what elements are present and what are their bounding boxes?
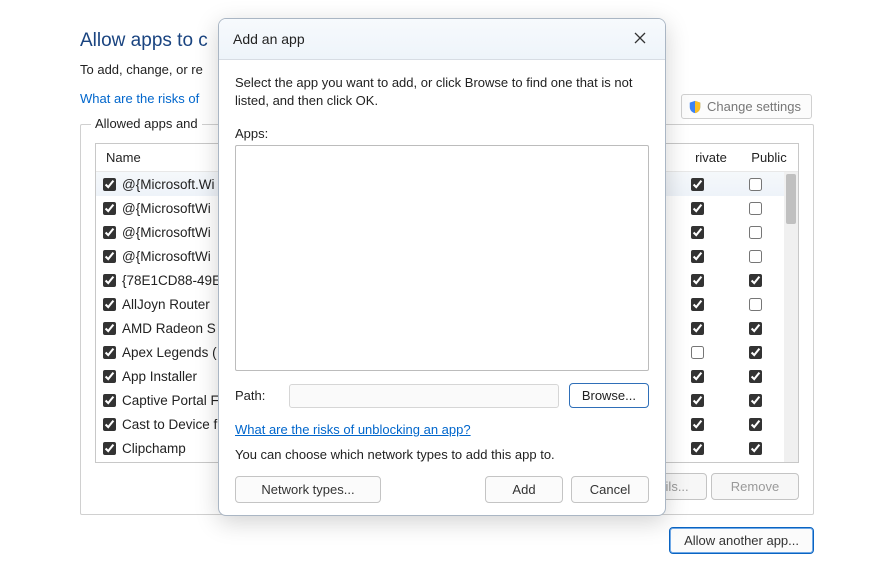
- change-settings-button[interactable]: Change settings: [681, 94, 812, 119]
- apps-listbox[interactable]: [235, 145, 649, 371]
- risks-link[interactable]: What are the risks of: [80, 91, 199, 106]
- row-private-checkbox[interactable]: [691, 394, 704, 407]
- list-scrollbar[interactable]: [784, 172, 798, 462]
- row-enable-checkbox[interactable]: [103, 250, 116, 263]
- row-private-checkbox[interactable]: [691, 250, 704, 263]
- browse-button[interactable]: Browse...: [569, 383, 649, 408]
- network-types-button[interactable]: Network types...: [235, 476, 381, 503]
- cancel-button[interactable]: Cancel: [571, 476, 649, 503]
- column-public-header[interactable]: Public: [740, 150, 798, 165]
- row-public-checkbox[interactable]: [749, 370, 762, 383]
- row-public-checkbox[interactable]: [749, 298, 762, 311]
- row-public-checkbox[interactable]: [749, 226, 762, 239]
- path-input[interactable]: [289, 384, 559, 408]
- row-enable-checkbox[interactable]: [103, 202, 116, 215]
- fieldset-legend: Allowed apps and: [91, 116, 202, 131]
- row-private-checkbox[interactable]: [691, 274, 704, 287]
- network-hint: You can choose which network types to ad…: [235, 447, 649, 462]
- dialog-title: Add an app: [233, 31, 625, 47]
- row-private-checkbox[interactable]: [691, 298, 704, 311]
- row-public-checkbox[interactable]: [749, 394, 762, 407]
- row-enable-checkbox[interactable]: [103, 178, 116, 191]
- remove-button: Remove: [711, 473, 799, 500]
- path-label: Path:: [235, 388, 279, 403]
- row-private-checkbox[interactable]: [691, 226, 704, 239]
- row-public-checkbox[interactable]: [749, 346, 762, 359]
- scrollbar-thumb[interactable]: [786, 174, 796, 224]
- row-public-checkbox[interactable]: [749, 202, 762, 215]
- add-app-dialog: Add an app Select the app you want to ad…: [218, 18, 666, 516]
- dialog-close-button[interactable]: [625, 28, 655, 50]
- row-public-checkbox[interactable]: [749, 274, 762, 287]
- row-enable-checkbox[interactable]: [103, 394, 116, 407]
- row-private-checkbox[interactable]: [691, 178, 704, 191]
- row-public-checkbox[interactable]: [749, 250, 762, 263]
- row-private-checkbox[interactable]: [691, 346, 704, 359]
- row-enable-checkbox[interactable]: [103, 322, 116, 335]
- column-private-header[interactable]: rivate: [682, 150, 740, 165]
- row-public-checkbox[interactable]: [749, 322, 762, 335]
- row-enable-checkbox[interactable]: [103, 274, 116, 287]
- row-enable-checkbox[interactable]: [103, 298, 116, 311]
- row-enable-checkbox[interactable]: [103, 442, 116, 455]
- shield-icon: [688, 100, 702, 114]
- row-private-checkbox[interactable]: [691, 202, 704, 215]
- add-button[interactable]: Add: [485, 476, 563, 503]
- close-icon: [634, 32, 646, 47]
- row-private-checkbox[interactable]: [691, 418, 704, 431]
- row-enable-checkbox[interactable]: [103, 226, 116, 239]
- row-private-checkbox[interactable]: [691, 442, 704, 455]
- change-settings-label: Change settings: [707, 99, 801, 114]
- row-private-checkbox[interactable]: [691, 322, 704, 335]
- apps-label: Apps:: [235, 126, 649, 141]
- unblock-risks-link[interactable]: What are the risks of unblocking an app?: [235, 422, 471, 437]
- row-enable-checkbox[interactable]: [103, 346, 116, 359]
- row-public-checkbox[interactable]: [749, 178, 762, 191]
- row-public-checkbox[interactable]: [749, 442, 762, 455]
- row-enable-checkbox[interactable]: [103, 418, 116, 431]
- row-enable-checkbox[interactable]: [103, 370, 116, 383]
- dialog-instruction: Select the app you want to add, or click…: [235, 74, 649, 110]
- allow-another-app-button[interactable]: Allow another app...: [669, 527, 814, 554]
- row-private-checkbox[interactable]: [691, 370, 704, 383]
- row-public-checkbox[interactable]: [749, 418, 762, 431]
